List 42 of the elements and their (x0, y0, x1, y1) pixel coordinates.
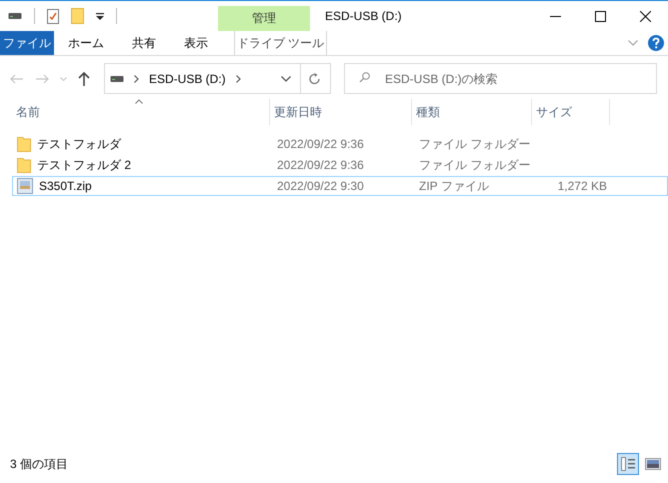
close-icon[interactable] (640, 10, 651, 22)
drive-icon[interactable] (8, 12, 22, 20)
up-arrow-icon[interactable] (78, 72, 90, 86)
file-type: ファイル フォルダー (418, 156, 532, 174)
file-size: 1,272 KB (556, 179, 608, 193)
chevron-icon[interactable] (281, 76, 291, 82)
column-header[interactable]: 種類 (412, 99, 532, 125)
maximize-icon[interactable] (595, 10, 606, 22)
contextual-tab-label: 管理 (218, 6, 310, 31)
ribbon-tab[interactable]: 共有 (118, 31, 170, 55)
column-header[interactable]: 更新日時 (270, 99, 412, 125)
modified-date: 2022/09/22 9:30 (276, 179, 365, 193)
file-row[interactable]: テストフォルダ 2 2022/09/22 9:36 ファイル フォルダー (12, 155, 668, 175)
details-view-button[interactable] (617, 453, 639, 475)
ribbon-tab[interactable]: 表示 (170, 31, 222, 55)
ribbon-tab[interactable]: ドライブ ツール (234, 31, 327, 55)
address-bar[interactable]: ESD-USB (D:) (104, 63, 331, 94)
file-row[interactable]: S350T.zip 2022/09/22 9:30 ZIP ファイル 1,272 KB (12, 176, 668, 196)
modified-date: 2022/09/22 9:36 (276, 137, 365, 151)
item-count: 3 個の項目 (10, 456, 68, 472)
column-header[interactable]: 名前 (12, 99, 270, 125)
refresh-icon[interactable] (309, 72, 321, 84)
file-name: テストフォルダ 2 (37, 156, 132, 174)
breadcrumb[interactable]: ESD-USB (D:) (149, 72, 226, 86)
dropdown-icon[interactable] (96, 12, 104, 20)
folder-icon (17, 136, 31, 152)
ribbon-tab[interactable]: ファイル (0, 31, 54, 55)
file-name: S350T.zip (39, 179, 92, 193)
search-field[interactable]: ESD-USB (D:)の検索 (344, 63, 657, 94)
archive-icon (17, 178, 33, 194)
help-icon[interactable] (648, 35, 664, 51)
modified-date: 2022/09/22 9:36 (276, 158, 365, 172)
checklist-icon[interactable] (47, 8, 59, 24)
file-type: ZIP ファイル (418, 178, 490, 194)
file-row[interactable]: テストフォルダ 2022/09/22 9:36 ファイル フォルダー (12, 134, 668, 154)
folder-icon (17, 158, 31, 172)
file-name: テストフォルダ (37, 136, 121, 152)
file-type: ファイル フォルダー (418, 136, 532, 152)
column-header[interactable]: サイズ (532, 99, 610, 125)
ribbon-tab[interactable]: ホーム (54, 31, 118, 55)
drive-icon (110, 74, 124, 82)
window-title: ESD-USB (D:) (324, 8, 403, 25)
